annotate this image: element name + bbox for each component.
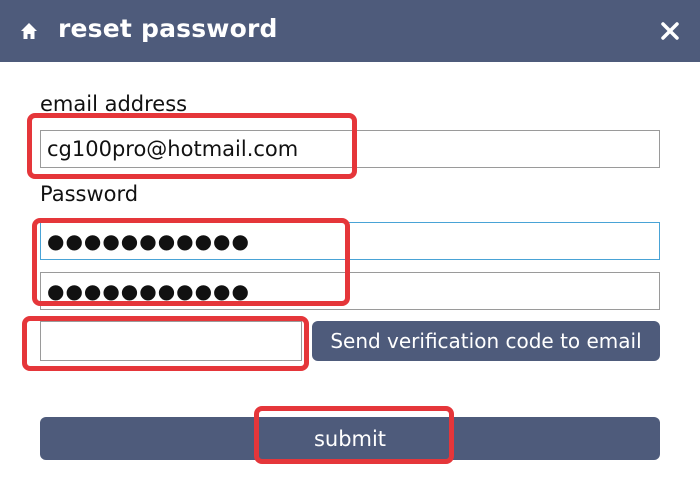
dialog-title: reset password	[58, 14, 278, 43]
password-value: ●●●●●●●●●●●	[47, 229, 250, 253]
close-icon[interactable]	[660, 21, 680, 41]
send-verification-code-button[interactable]: Send verification code to email	[312, 321, 660, 361]
confirm-password-field[interactable]: ●●●●●●●●●●●	[40, 272, 660, 310]
submit-button[interactable]: submit	[40, 417, 660, 460]
email-field[interactable]: cg100pro@hotmail.com	[40, 130, 660, 168]
reset-password-dialog: reset password email address cg100pro@ho…	[0, 0, 700, 494]
verification-code-field[interactable]	[40, 321, 302, 361]
home-icon	[21, 23, 37, 39]
confirm-password-value: ●●●●●●●●●●●	[47, 279, 250, 303]
password-label: Password	[40, 182, 139, 206]
title-bar: reset password	[0, 0, 700, 62]
email-label: email address	[40, 92, 188, 116]
password-field[interactable]: ●●●●●●●●●●●	[40, 222, 660, 260]
email-value: cg100pro@hotmail.com	[47, 137, 299, 161]
